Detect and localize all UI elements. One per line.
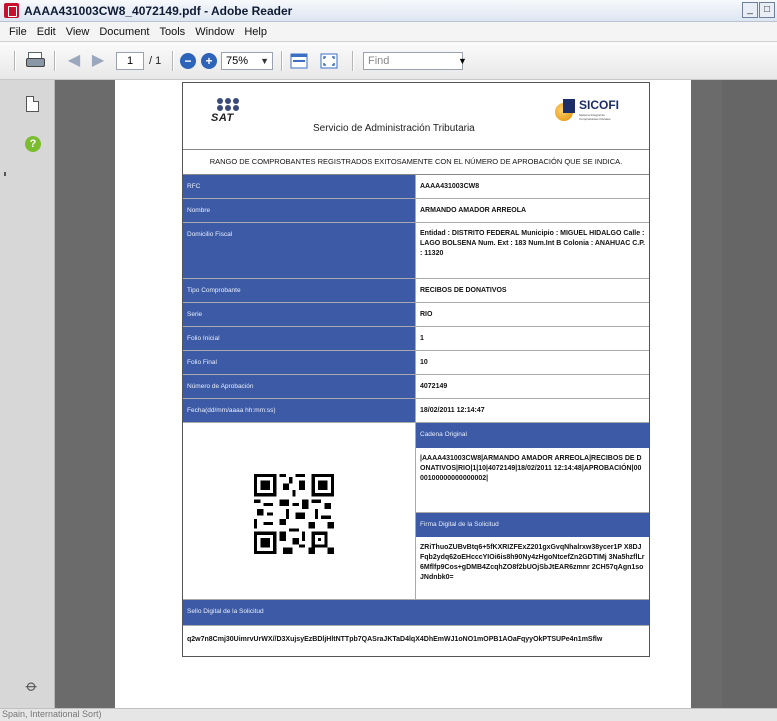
menu-tools[interactable]: Tools: [155, 26, 191, 38]
maximize-button[interactable]: □: [759, 2, 775, 18]
field-label: Tipo Comprobante: [183, 279, 416, 302]
find-options-chevron-down-icon[interactable]: ▼: [458, 52, 470, 70]
field-label: RFC: [183, 175, 416, 198]
field-row-aprobacion: Número de Aprobación 4072149: [183, 375, 649, 399]
field-value: Entidad : DISTRITO FEDERAL Municipio : M…: [420, 230, 645, 257]
window-title: AAAA431003CW8_4072149.pdf - Adobe Reader: [24, 4, 293, 18]
menu-window[interactable]: Window: [190, 26, 239, 38]
toolbar-separator: [14, 51, 16, 71]
print-icon[interactable]: [25, 50, 47, 72]
field-row-folio-final: Folio Final 10: [183, 351, 649, 375]
toolbar-separator: [281, 51, 283, 71]
menu-file[interactable]: File: [4, 26, 32, 38]
sat-logo-text: SAT: [211, 112, 234, 124]
pdf-page: SAT Servicio de Administración Tributari…: [115, 80, 691, 708]
page-total: / 1: [149, 55, 162, 67]
field-row-serie: Serie RIO: [183, 303, 649, 327]
document-viewer[interactable]: SAT Servicio de Administración Tributari…: [55, 80, 777, 708]
navigation-pane: ? ⌀: [0, 80, 55, 708]
minimize-button[interactable]: _: [742, 2, 758, 18]
field-value: AAAA431003CW8: [420, 183, 480, 190]
find-input[interactable]: Find: [363, 52, 463, 70]
qr-code: [254, 474, 334, 554]
zoom-value: 75%: [226, 55, 249, 67]
fit-page-icon[interactable]: [320, 53, 338, 69]
sat-subtitle: Servicio de Administración Tributaria: [313, 123, 475, 134]
field-row-folio-inicial: Folio Inicial 1: [183, 327, 649, 351]
menu-help[interactable]: Help: [239, 26, 272, 38]
previous-page-icon[interactable]: ◀: [66, 50, 82, 72]
attachments-paperclip-icon[interactable]: ⌀: [21, 676, 42, 697]
field-label: Nombre: [183, 199, 416, 222]
field-value: 18/02/2011 12:14:47: [420, 407, 485, 414]
field-label: Número de Aprobación: [183, 375, 416, 398]
field-row-rfc: RFC AAAA431003CW8: [183, 175, 649, 199]
firma-digital-label: Firma Digital de la Solicitud: [416, 512, 649, 537]
rango-heading: RANGO DE COMPROBANTES REGISTRADOS EXITOS…: [183, 150, 649, 175]
chevron-down-icon: ▼: [260, 56, 269, 66]
qr-cell: [183, 423, 416, 599]
field-label: Domicilio Fiscal: [183, 223, 416, 278]
menu-view[interactable]: View: [61, 26, 95, 38]
sicofi-logo-text: SICOFI: [579, 98, 620, 112]
field-row-tipo: Tipo Comprobante RECIBOS DE DONATIVOS: [183, 279, 649, 303]
field-row-fecha: Fecha(dd/mm/aaaa hh:mm:ss) 18/02/2011 12…: [183, 399, 649, 423]
document-gutter: [722, 80, 777, 708]
status-bar: Spain, International Sort): [0, 708, 777, 721]
field-label: Fecha(dd/mm/aaaa hh:mm:ss): [183, 399, 416, 422]
menu-document[interactable]: Document: [94, 26, 154, 38]
sicofi-tagline: Sistema Integral de Comprobantes Fiscale…: [579, 113, 611, 121]
field-label: Folio Final: [183, 351, 416, 374]
firma-digital-value: ZRiThuoZUBvBtq6+5fKXRIZFExZ201gxGvqNhalr…: [420, 544, 645, 581]
toolbar-separator: [352, 51, 354, 71]
field-value: RIO: [420, 311, 433, 318]
field-label: Serie: [183, 303, 416, 326]
cadena-original-label: Cadena Original: [416, 423, 649, 448]
help-icon[interactable]: ?: [25, 136, 41, 152]
sicofi-logo: SICOFI Sistema Integral de Comprobantes …: [553, 95, 629, 125]
window-titlebar: AAAA431003CW8_4072149.pdf - Adobe Reader…: [0, 0, 777, 22]
menu-edit[interactable]: Edit: [32, 26, 61, 38]
sello-digital-value: q2w7n8Cmj30UimrvUrWX//D3XujsyEzBDljHltNT…: [187, 636, 603, 643]
qr-section: Cadena Original |AAAA431003CW8|ARMANDO A…: [183, 423, 649, 600]
page-number-input[interactable]: 1: [116, 52, 144, 70]
zoom-out-button[interactable]: −: [180, 53, 196, 69]
zoom-select[interactable]: 75% ▼: [221, 52, 273, 70]
field-row-nombre: Nombre ARMANDO AMADOR ARREOLA: [183, 199, 649, 223]
cadena-original-value: |AAAA431003CW8|ARMANDO AMADOR ARREOLA|RE…: [420, 455, 642, 482]
field-value: 10: [420, 359, 428, 366]
field-label: Folio Inicial: [183, 327, 416, 350]
field-value: ARMANDO AMADOR ARREOLA: [420, 207, 527, 214]
pages-panel-icon[interactable]: [26, 96, 39, 112]
window-controls: _ □: [742, 2, 775, 18]
toolbar-separator: [172, 51, 174, 71]
fit-width-icon[interactable]: [290, 53, 308, 69]
toolbar-separator: [54, 51, 56, 71]
status-text: Spain, International Sort): [2, 709, 102, 719]
approval-certificate: SAT Servicio de Administración Tributari…: [182, 82, 650, 657]
zoom-in-button[interactable]: +: [201, 53, 217, 69]
menu-bar: File Edit View Document Tools Window Hel…: [0, 22, 777, 42]
pane-splitter-handle[interactable]: [4, 172, 6, 176]
next-page-icon[interactable]: ▶: [90, 50, 106, 72]
toolbar: ◀ ▶ 1 / 1 − + 75% ▼ Find ▼: [0, 42, 777, 80]
signature-panel: Cadena Original |AAAA431003CW8|ARMANDO A…: [416, 423, 649, 599]
adobe-reader-icon: [4, 3, 19, 18]
field-value: RECIBOS DE DONATIVOS: [420, 287, 507, 294]
certificate-header: SAT Servicio de Administración Tributari…: [183, 83, 649, 150]
field-value: 1: [420, 335, 424, 342]
sat-logo: SAT: [211, 98, 247, 124]
field-row-domicilio: Domicilio Fiscal Entidad : DISTRITO FEDE…: [183, 223, 649, 279]
sello-digital-label: Sello Digital de la Solicitud: [183, 600, 649, 626]
field-value: 4072149: [420, 383, 448, 390]
